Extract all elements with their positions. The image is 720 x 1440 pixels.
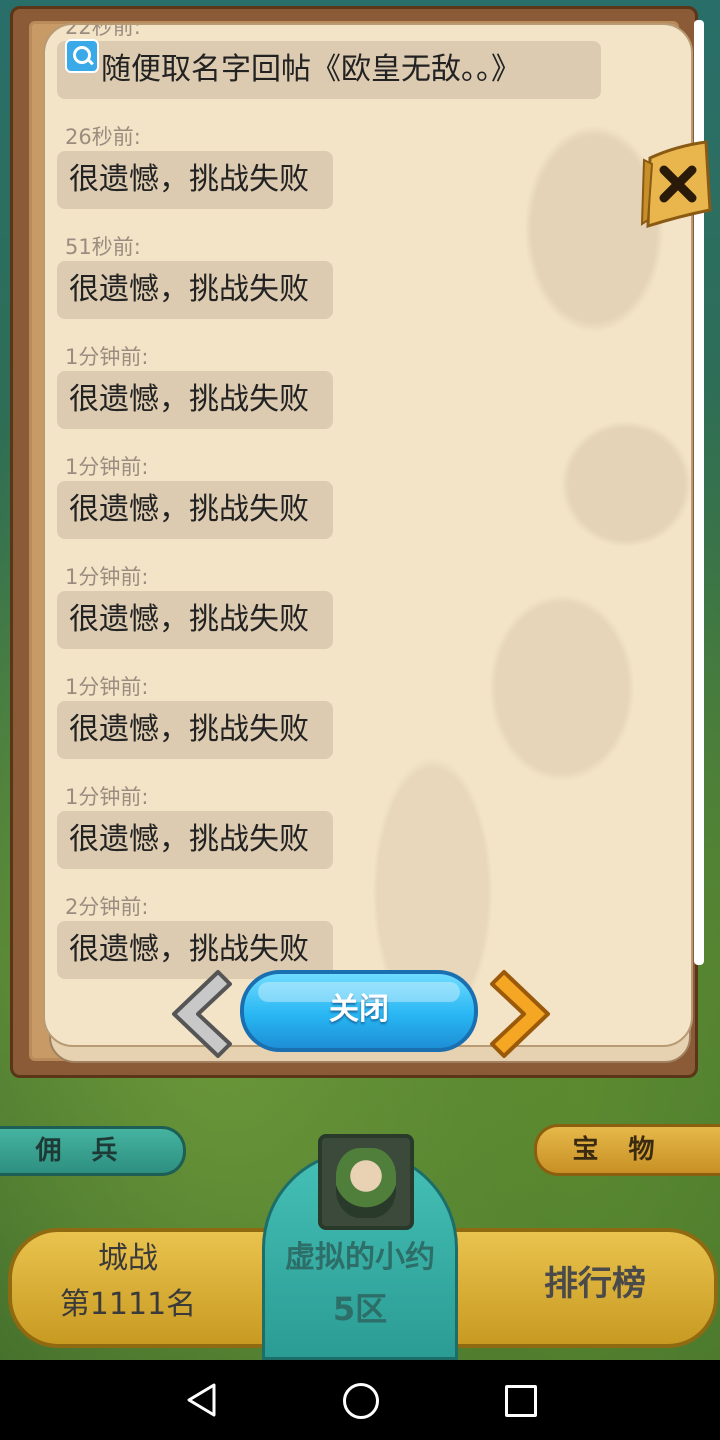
citywar-label: 城战	[98, 1241, 158, 1276]
avatar[interactable]	[318, 1134, 414, 1230]
player-name: 虚拟的小约	[285, 1240, 435, 1275]
close-button[interactable]: 关闭	[240, 970, 478, 1052]
treasure-tab[interactable]: 宝物	[534, 1124, 720, 1176]
message-bubble: 很遗憾，挑战失败	[57, 481, 333, 539]
message-time: 1分钟前:	[65, 455, 149, 479]
message-bubble: 很遗憾，挑战失败	[57, 371, 333, 429]
chevron-right-icon[interactable]	[486, 966, 562, 1062]
citywar-button[interactable]: 城战 第1111名	[40, 1236, 216, 1328]
message-bubble: 很遗憾，挑战失败	[57, 811, 333, 869]
citywar-rank: 第1111名	[59, 1287, 197, 1322]
message-dialog: 22秒前: 随便取名字回帖《欧皇无敌。。》 26秒前: 很遗憾，挑战失败 51秒…	[10, 6, 698, 1078]
message-time: 2分钟前:	[65, 895, 149, 919]
close-scroll-icon[interactable]	[640, 140, 712, 228]
message-bubble: 很遗憾，挑战失败	[57, 701, 333, 759]
message-time: 26秒前:	[65, 125, 141, 149]
leaderboard-button[interactable]: 排行榜	[500, 1256, 690, 1305]
mercenary-tab[interactable]: 佣兵	[0, 1126, 186, 1176]
message-bubble: 很遗憾，挑战失败	[57, 591, 333, 649]
player-zone: 5区	[332, 1290, 388, 1328]
message-time: 1分钟前:	[65, 565, 149, 589]
list-item: 51秒前: 很遗憾，挑战失败	[57, 227, 657, 337]
list-item: 1分钟前: 很遗憾，挑战失败	[57, 557, 657, 667]
recent-apps-icon[interactable]	[505, 1385, 537, 1417]
list-item: 26秒前: 很遗憾，挑战失败	[57, 117, 657, 227]
message-bubble: 很遗憾，挑战失败	[57, 261, 333, 319]
message-list[interactable]: 22秒前: 随便取名字回帖《欧皇无敌。。》 26秒前: 很遗憾，挑战失败 51秒…	[57, 25, 657, 997]
chevron-left-icon[interactable]	[160, 966, 236, 1062]
list-item: 1分钟前: 很遗憾，挑战失败	[57, 667, 657, 777]
list-item: 1分钟前: 很遗憾，挑战失败	[57, 777, 657, 887]
message-bubble: 很遗憾，挑战失败	[57, 151, 333, 209]
home-icon[interactable]	[343, 1383, 379, 1419]
message-time: 1分钟前:	[65, 345, 149, 369]
message-time: 1分钟前:	[65, 785, 149, 809]
message-panel[interactable]: 22秒前: 随便取名字回帖《欧皇无敌。。》 26秒前: 很遗憾，挑战失败 51秒…	[43, 23, 693, 1047]
message-bubble: 随便取名字回帖《欧皇无敌。。》	[57, 39, 601, 99]
back-icon[interactable]	[184, 1382, 220, 1418]
message-text: 随便取名字回帖《欧皇无敌。。》	[101, 52, 521, 87]
list-item: 1分钟前: 很遗憾，挑战失败	[57, 447, 657, 557]
message-time: 51秒前:	[65, 235, 141, 259]
message-time: 1分钟前:	[65, 675, 149, 699]
list-item: 22秒前: 随便取名字回帖《欧皇无敌。。》	[57, 25, 657, 117]
list-item: 1分钟前: 很遗憾，挑战失败	[57, 337, 657, 447]
search-icon[interactable]	[65, 39, 99, 73]
